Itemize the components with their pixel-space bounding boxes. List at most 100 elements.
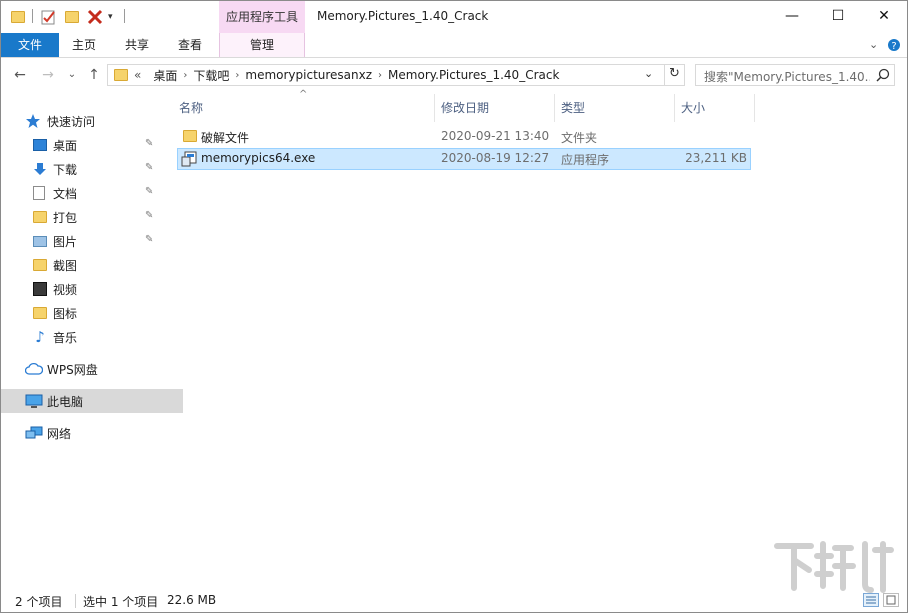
sidebar-label: 网络: [47, 426, 72, 441]
column-divider[interactable]: [434, 94, 435, 122]
refresh-icon[interactable]: ↻: [669, 66, 680, 81]
pictures-icon: [33, 235, 47, 247]
column-header-size[interactable]: 大小: [681, 94, 705, 122]
sidebar-label: 截图: [53, 258, 78, 273]
quick-access-toolbar: [11, 7, 25, 27]
column-divider[interactable]: [554, 94, 555, 122]
search-input[interactable]: 搜索"Memory.Pictures_1.40...: [704, 68, 870, 85]
search-icon[interactable]: [876, 68, 890, 82]
sidebar-item-quick-access[interactable]: 快速访问: [1, 109, 183, 133]
forward-arrow-icon[interactable]: →: [39, 66, 57, 84]
column-divider[interactable]: [754, 94, 755, 122]
folder-icon: [183, 130, 197, 142]
delete-icon[interactable]: [87, 9, 103, 25]
pin-icon[interactable]: ✎: [145, 210, 153, 221]
tab-share[interactable]: 共享: [111, 33, 163, 57]
sidebar-label: 图标: [53, 306, 78, 321]
sidebar-label: 桌面: [53, 138, 78, 153]
sidebar-item-this-pc[interactable]: 此电脑: [1, 389, 183, 413]
star-icon: [26, 114, 40, 128]
column-header-type[interactable]: 类型: [561, 94, 585, 122]
file-row[interactable]: memorypics64.exe 2020-08-19 12:27 应用程序 2…: [177, 148, 751, 170]
recent-locations-chevron-down-icon[interactable]: ⌄: [63, 66, 81, 84]
sidebar-label: 视频: [53, 282, 78, 297]
sort-ascending-icon: ^: [299, 89, 308, 100]
explorer-window: ▾ 应用程序工具 Memory.Pictures_1.40_Crack — ☐ …: [0, 0, 908, 613]
sidebar-item-icons[interactable]: 图标: [1, 301, 191, 325]
customize-qat-chevron-down-icon[interactable]: ▾: [108, 7, 113, 27]
sidebar-item-screenshots[interactable]: 截图: [1, 253, 191, 277]
breadcrumb-overflow[interactable]: «: [128, 68, 147, 82]
up-arrow-icon[interactable]: ↑: [85, 66, 103, 84]
svg-text:?: ?: [891, 41, 896, 52]
new-folder-icon[interactable]: [65, 11, 79, 23]
title-bar: ▾ 应用程序工具 Memory.Pictures_1.40_Crack — ☐ …: [1, 1, 907, 33]
breadcrumb-item[interactable]: 桌面: [147, 67, 183, 84]
toolbar-separator: [32, 9, 33, 23]
status-item-count: 2 个项目: [15, 595, 63, 609]
search-box[interactable]: 搜索"Memory.Pictures_1.40...: [695, 64, 895, 86]
sidebar-item-network[interactable]: 网络: [1, 421, 183, 445]
folder-icon[interactable]: [11, 11, 25, 23]
tab-manage[interactable]: 管理: [219, 33, 305, 57]
back-arrow-icon[interactable]: ←: [11, 66, 29, 84]
properties-icon[interactable]: [41, 9, 57, 25]
quick-access-delete: [87, 7, 103, 27]
tab-home[interactable]: 主页: [59, 33, 109, 57]
ribbon-tabs: 文件 主页 共享 查看 管理 ⌄ ?: [1, 33, 907, 58]
sidebar-item-pack[interactable]: 打包 ✎: [1, 205, 191, 229]
pin-icon[interactable]: ✎: [145, 186, 153, 197]
file-name: memorypics64.exe: [201, 151, 316, 165]
minimize-button[interactable]: —: [769, 1, 815, 33]
breadcrumb-item[interactable]: 下载吧: [187, 67, 235, 84]
download-icon: [34, 163, 46, 175]
address-history-chevron-down-icon[interactable]: ⌄: [644, 67, 653, 80]
address-divider: [664, 65, 665, 85]
column-divider[interactable]: [674, 94, 675, 122]
sidebar-item-music[interactable]: ♪ 音乐: [1, 325, 191, 349]
address-bar[interactable]: « 桌面 › 下载吧 › memorypicturesanxz › Memory…: [107, 64, 685, 86]
toolbar-separator: [124, 9, 125, 23]
status-selected-size: 22.6 MB: [167, 593, 217, 607]
file-type: 文件夹: [561, 131, 598, 145]
column-header-name[interactable]: 名称: [179, 94, 203, 122]
navigation-pane: 快速访问 桌面 ✎ 下载 ✎ 文档 ✎ 打包 ✎ 图片 ✎ 截图 视频 图标 ♪…: [1, 99, 183, 589]
sidebar-item-videos[interactable]: 视频: [1, 277, 191, 301]
breadcrumb-item[interactable]: Memory.Pictures_1.40_Crack: [382, 68, 565, 82]
sidebar-label: 下载: [53, 162, 78, 177]
pin-icon[interactable]: ✎: [145, 138, 153, 149]
ribbon-expand-chevron-down-icon[interactable]: ⌄: [869, 33, 878, 57]
sidebar-label: 此电脑: [47, 394, 84, 409]
breadcrumb-item[interactable]: memorypicturesanxz: [239, 68, 378, 82]
window-title: Memory.Pictures_1.40_Crack: [317, 9, 489, 23]
column-header-date[interactable]: 修改日期: [441, 94, 489, 122]
pin-icon[interactable]: ✎: [145, 162, 153, 173]
tab-file[interactable]: 文件: [1, 33, 59, 57]
desktop-icon: [33, 139, 47, 151]
sidebar-label: 打包: [53, 210, 78, 225]
folder-icon: [33, 307, 47, 319]
status-divider: [75, 594, 76, 608]
sidebar-item-wps-cloud[interactable]: WPS网盘: [1, 357, 183, 381]
folder-icon: [33, 211, 47, 223]
exe-icon: [181, 151, 197, 167]
folder-icon: [33, 259, 47, 271]
close-button[interactable]: ✕: [861, 1, 907, 33]
cloud-icon: [25, 362, 43, 375]
sidebar-item-documents[interactable]: 文档 ✎: [1, 181, 191, 205]
sidebar-item-downloads[interactable]: 下载 ✎: [1, 157, 191, 181]
pin-icon[interactable]: ✎: [145, 234, 153, 245]
status-selected-count: 选中 1 个项目: [83, 595, 159, 609]
file-name: 破解文件: [201, 131, 250, 145]
sidebar-item-desktop[interactable]: 桌面 ✎: [1, 133, 191, 157]
maximize-button[interactable]: ☐: [815, 1, 861, 33]
file-row[interactable]: 破解文件 2020-09-21 13:40 文件夹: [177, 126, 751, 148]
tab-view[interactable]: 查看: [165, 33, 215, 57]
help-icon[interactable]: ?: [887, 33, 901, 57]
file-date: 2020-09-21 13:40: [441, 129, 550, 143]
sidebar-label: 图片: [53, 234, 78, 249]
quick-access-newfolder: [65, 7, 79, 27]
quick-access-properties: [41, 7, 57, 27]
context-tab-app-tools: 应用程序工具: [219, 1, 305, 33]
sidebar-item-pictures[interactable]: 图片 ✎: [1, 229, 191, 253]
